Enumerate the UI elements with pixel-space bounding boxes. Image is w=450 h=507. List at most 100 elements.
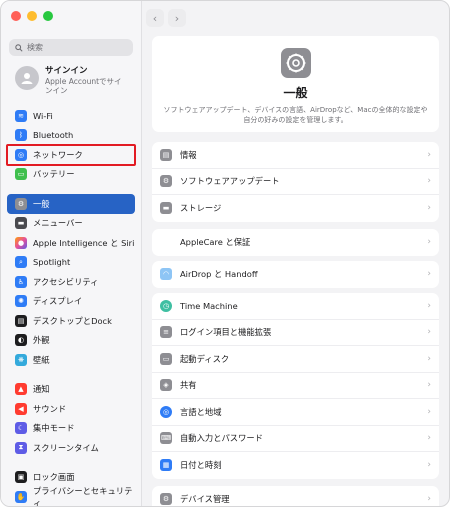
appearance-icon: ◐ [15,334,27,347]
sidebar-item-notifications[interactable]: ▲ 通知 [7,380,135,400]
chevron-left-icon: ‹ [152,11,158,25]
settings-group-about: ▤ 情報 › ⚙ ソフトウェアアップデート › ▬ ストレージ › [152,142,439,222]
row-startup-disk[interactable]: ▭ 起動ディスク › [152,346,439,373]
search-placeholder: 検索 [27,43,43,52]
sidebar-item-label: サウンド [33,403,67,414]
airdrop-icon: ◠ [160,268,172,281]
sidebar-item-label: プライバシーとセキュリティ [33,485,133,507]
timemachine-icon: ◷ [160,299,172,312]
sidebar-item-wifi[interactable]: ≋ Wi-Fi [7,106,135,126]
chevron-right-icon: › [427,149,431,160]
speaker-icon: ◀ [15,402,27,415]
sidebar-item-label: バッテリー [33,169,75,180]
lock-icon: ▣ [15,471,27,484]
row-storage[interactable]: ▬ ストレージ › [152,195,439,222]
general-header-card: 一般 ソフトウェアアップデート、デバイスの言語、AirDropなど、Macの全体… [152,36,439,132]
search-input[interactable]: 検索 [9,39,133,56]
row-label: ストレージ [180,203,222,214]
sidebar-item-privacy-security[interactable]: ✋ プライバシーとセキュリティ [7,485,135,507]
settings-group-applecare: AppleCare と保証 › [152,229,439,256]
navigation-buttons: ‹ › [146,9,186,27]
sidebar-item-label: ロック画面 [33,472,75,483]
row-label: 共有 [180,380,197,391]
close-button[interactable] [11,11,21,21]
sidebar-item-focus[interactable]: ☾ 集中モード [7,419,135,439]
row-label: Time Machine [180,300,238,311]
account-subtitle: Apple Accountでサインイン [45,77,122,95]
accessibility-icon: ♿ [15,275,27,288]
sidebar-item-display[interactable]: ✺ ディスプレイ [7,292,135,312]
row-about[interactable]: ▤ 情報 › [152,142,439,169]
storage-icon: ▬ [160,202,172,215]
chevron-right-icon: › [427,176,431,187]
page-description: ソフトウェアアップデート、デバイスの言語、AirDropなど、Macの全体的な設… [163,106,428,124]
sidebar-item-menubar[interactable]: ▬ メニューバー [7,214,135,234]
row-language-region[interactable]: ◎ 言語と地域 › [152,399,439,426]
row-label: AirDrop と Handoff [180,269,258,280]
row-applecare[interactable]: AppleCare と保証 › [152,229,439,256]
sidebar-item-label: 壁紙 [33,354,50,365]
chevron-right-icon: › [427,327,431,338]
row-sharing[interactable]: ◈ 共有 › [152,373,439,399]
share-icon: ◈ [160,379,172,392]
sidebar-item-label: 一般 [33,198,50,209]
sidebar-item-siri[interactable]: ● Apple Intelligence と Siri [7,233,135,253]
row-label: 情報 [180,149,197,160]
sidebar-item-label: スクリーンタイム [33,442,99,453]
sidebar-item-bluetooth[interactable]: ᛒ Bluetooth [7,126,135,146]
sidebar-item-screen-time[interactable]: ⧗ スクリーンタイム [7,438,135,458]
row-software-update[interactable]: ⚙ ソフトウェアアップデート › [152,169,439,195]
sidebar-item-label: ネットワーク [33,149,83,160]
battery-icon: ▭ [15,168,27,181]
sidebar-item-general[interactable]: ⚙ 一般 [7,194,135,214]
sidebar-item-appearance[interactable]: ◐ 外観 [7,331,135,351]
chevron-right-icon: › [427,406,431,417]
back-button[interactable]: ‹ [146,9,164,27]
spotlight-icon: ⌕ [15,256,27,269]
settings-group-device-management: ⚙ デバイス管理 › [152,486,439,506]
info-icon: ▤ [160,148,172,161]
bell-icon: ▲ [15,383,27,396]
avatar [15,66,39,90]
sidebar-item-network[interactable]: ◎ ネットワーク [6,144,136,166]
row-airdrop-handoff[interactable]: ◠ AirDrop と Handoff › [152,261,439,288]
sidebar-item-wallpaper[interactable]: ❋ 壁紙 [7,350,135,370]
calendar-icon: ▦ [160,459,172,472]
sidebar-item-spotlight[interactable]: ⌕ Spotlight [7,253,135,273]
row-autofill-passwords[interactable]: ⌨ 自動入力とパスワード › [152,426,439,452]
sidebar-item-battery[interactable]: ▭ バッテリー [7,165,135,185]
dock-icon: ▤ [15,314,27,327]
settings-group-airdrop: ◠ AirDrop と Handoff › [152,261,439,288]
sidebar-item-sound[interactable]: ◀ サウンド [7,399,135,419]
chevron-right-icon: › [427,380,431,391]
row-label: 日付と時刻 [180,460,222,471]
row-label: ソフトウェアアップデート [180,176,280,187]
chevron-right-icon: › [174,11,180,25]
settings-group-system: ◷ Time Machine › ≡ ログイン項目と機能拡張 › ▭ 起動ディス… [152,293,439,479]
row-label: ログイン項目と機能拡張 [180,327,272,338]
chevron-right-icon: › [427,203,431,214]
display-icon: ✺ [15,295,27,308]
chevron-right-icon: › [427,433,431,444]
bluetooth-icon: ᛒ [15,129,27,142]
sidebar-item-accessibility[interactable]: ♿ アクセシビリティ [7,272,135,292]
zoom-button[interactable] [43,11,53,21]
menubar-icon: ▬ [15,217,27,230]
row-login-items[interactable]: ≡ ログイン項目と機能拡張 › [152,320,439,346]
main-pane: ‹ › 一般 ソフトウェアアップデート、デバイスの言語、AirDropなど、Ma… [142,1,449,506]
row-label: 起動ディスク [180,353,230,364]
sidebar-item-label: 外観 [33,335,50,346]
row-device-management[interactable]: ⚙ デバイス管理 › [152,486,439,506]
list-icon: ≡ [160,326,172,339]
sidebar-item-desktop-dock[interactable]: ▤ デスクトップとDock [7,311,135,331]
gear-icon [280,48,311,78]
sidebar-item-label: デスクトップとDock [33,315,112,326]
row-date-time[interactable]: ▦ 日付と時刻 › [152,452,439,479]
forward-button[interactable]: › [168,9,186,27]
moon-icon: ☾ [15,422,27,435]
account-signin[interactable]: サインイン Apple Accountでサインイン [9,63,135,99]
chevron-right-icon: › [427,300,431,311]
minimize-button[interactable] [27,11,37,21]
sidebar-item-label: ディスプレイ [33,296,83,307]
row-time-machine[interactable]: ◷ Time Machine › [152,293,439,320]
